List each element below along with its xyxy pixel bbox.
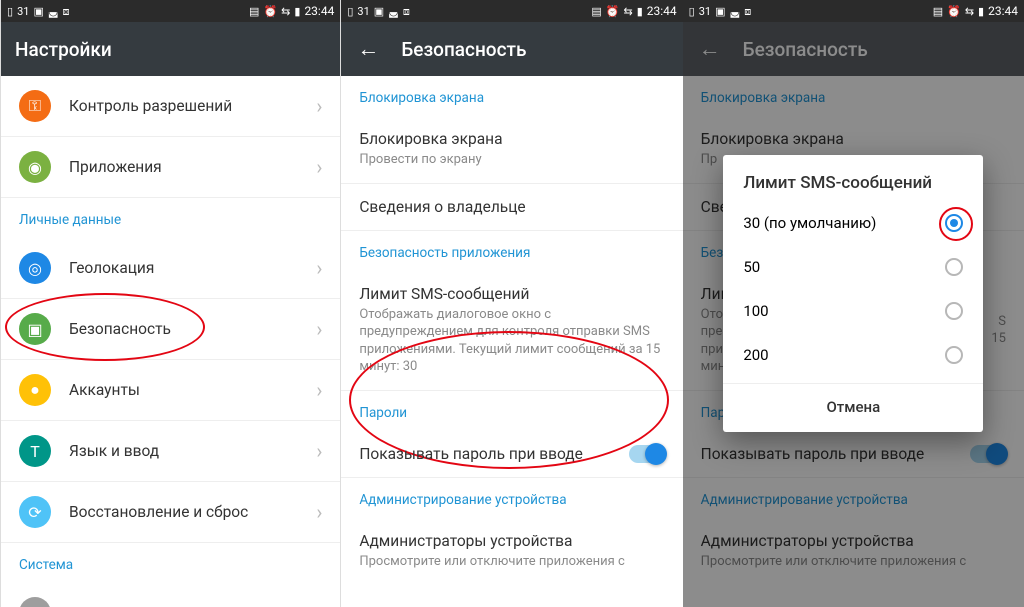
row-sublabel: Провести по экрану — [359, 151, 664, 169]
mail-icon: ◛ — [48, 6, 59, 17]
section-system: Система — [1, 543, 340, 583]
alarm-icon: ⏰ — [263, 6, 277, 17]
chevron-right-icon: › — [316, 500, 322, 524]
backup-icon: ⟳ — [19, 496, 51, 528]
row-label: Аккаунты — [69, 381, 316, 399]
back-icon[interactable]: ← — [357, 36, 379, 62]
sim-icon: ▯ — [347, 6, 353, 17]
screen-security: ▯ 31 ▣ ◛ ⧈ ▤ ⏰ ⇆ ▮ 23:44 ← Безопасность … — [341, 0, 682, 607]
page-title: Безопасность — [401, 38, 526, 61]
row-label: Блокировка экрана — [359, 130, 664, 148]
store-icon: ⧈ — [403, 6, 410, 17]
dialog-option-50[interactable]: 50 — [723, 245, 983, 289]
option-label: 200 — [743, 346, 768, 364]
row-label: Язык и ввод — [69, 442, 316, 460]
row-ownerinfo[interactable]: Сведения о владельце — [341, 184, 682, 231]
chevron-right-icon: › — [316, 601, 322, 607]
section-passwords: Пароли — [341, 391, 682, 431]
status-bar: ▯ 31 ▣ ◛ ⧈ ▤ ⏰ ⇆ ▮ 23:44 — [341, 0, 682, 22]
titlebar: Настройки — [1, 22, 340, 76]
dialog-scrim[interactable]: Лимит SMS-сообщений 30 (по умолчанию) 50… — [683, 0, 1024, 607]
row-label: Лимит SMS-сообщений — [359, 285, 664, 303]
chevron-right-icon: › — [316, 256, 322, 280]
row-backup[interactable]: ⟳ Восстановление и сброс › — [1, 482, 340, 543]
radio-icon — [945, 346, 963, 364]
store-icon: ⧈ — [63, 6, 70, 17]
option-label: 50 — [743, 258, 760, 276]
row-label: Приложения — [69, 158, 316, 176]
vibrate-icon: ▤ — [249, 6, 259, 17]
row-admins[interactable]: Администраторы устройства Просмотрите ил… — [341, 518, 682, 585]
option-label: 30 (по умолчанию) — [743, 214, 876, 232]
status-bar: ▯ 31 ▣ ◛ ⧈ ▤ ⏰ ⇆ ▮ 23:44 — [1, 0, 340, 22]
row-language[interactable]: T Язык и ввод › — [1, 421, 340, 482]
chevron-right-icon: › — [316, 378, 322, 402]
dialog-cancel[interactable]: Отмена — [723, 383, 983, 426]
row-sublabel: Отображать диалоговое окно с предупрежде… — [359, 306, 664, 376]
row-label: Восстановление и сброс — [69, 503, 316, 521]
radio-icon — [945, 214, 963, 232]
wifi-icon: ⇆ — [281, 6, 290, 17]
image-icon: ▣ — [33, 6, 43, 17]
row-sublabel: Просмотрите или отключите приложения с — [359, 553, 664, 571]
page-title: Настройки — [15, 38, 112, 61]
chevron-right-icon: › — [316, 94, 322, 118]
clock: 23:44 — [304, 4, 334, 18]
mail-icon: ◛ — [388, 6, 399, 17]
row-location[interactable]: ◎ Геолокация › — [1, 238, 340, 299]
section-deviceadmin: Администрирование устройства — [341, 478, 682, 518]
radio-icon — [945, 302, 963, 320]
row-label: Безопасность — [69, 320, 316, 338]
dialog-option-200[interactable]: 200 — [723, 333, 983, 377]
clock: 23:44 — [647, 4, 677, 18]
dialog-title: Лимит SMS-сообщений — [723, 155, 983, 201]
radio-icon — [945, 258, 963, 276]
row-showpassword[interactable]: Показывать пароль при вводе — [341, 431, 682, 478]
shield-icon: ▣ — [19, 313, 51, 345]
location-icon: ◎ — [19, 252, 51, 284]
battery-icon: ▮ — [294, 6, 300, 17]
language-icon: T — [19, 435, 51, 467]
sim-icon: ▯ — [7, 6, 13, 17]
row-datetime[interactable]: ◷ Дата и время › — [1, 583, 340, 607]
calendar-icon: 31 — [17, 6, 29, 17]
row-label: Геолокация — [69, 259, 316, 277]
calendar-icon: 31 — [357, 6, 369, 17]
sms-limit-dialog: Лимит SMS-сообщений 30 (по умолчанию) 50… — [723, 155, 983, 432]
dialog-option-30[interactable]: 30 (по умолчанию) — [723, 201, 983, 245]
row-label: Контроль разрешений — [69, 97, 316, 115]
battery-icon: ▮ — [637, 6, 643, 17]
chevron-right-icon: › — [316, 439, 322, 463]
screen-dialog: ▯ 31 ▣ ◛ ⧈ ▤ ⏰ ⇆ ▮ 23:44 ← Безопасность … — [683, 0, 1024, 607]
apps-icon: ◉ — [19, 151, 51, 183]
image-icon: ▣ — [374, 6, 384, 17]
row-smslimit[interactable]: Лимит SMS-сообщений Отображать диалогово… — [341, 271, 682, 391]
alarm-icon: ⏰ — [606, 6, 620, 17]
titlebar: ← Безопасность — [341, 22, 682, 76]
chevron-right-icon: › — [316, 155, 322, 179]
chevron-right-icon: › — [316, 317, 322, 341]
row-screenlock[interactable]: Блокировка экрана Провести по экрану — [341, 116, 682, 184]
row-label: Сведения о владельце — [359, 198, 664, 216]
vibrate-icon: ▤ — [591, 6, 601, 17]
section-personal: Личные данные — [1, 198, 340, 238]
row-apps[interactable]: ◉ Приложения › — [1, 137, 340, 198]
clock-icon: ◷ — [19, 597, 51, 607]
account-icon: ● — [19, 374, 51, 406]
section-appsec: Безопасность приложения — [341, 231, 682, 271]
row-permissions[interactable]: ⚿ Контроль разрешений › — [1, 76, 340, 137]
toggle-showpassword[interactable] — [629, 445, 665, 463]
option-label: 100 — [743, 302, 768, 320]
dialog-option-100[interactable]: 100 — [723, 289, 983, 333]
screen-settings: ▯ 31 ▣ ◛ ⧈ ▤ ⏰ ⇆ ▮ 23:44 Настройки ⚿ Кон… — [0, 0, 341, 607]
row-accounts[interactable]: ● Аккаунты › — [1, 360, 340, 421]
row-security[interactable]: ▣ Безопасность › — [1, 299, 340, 360]
section-screenlock: Блокировка экрана — [341, 76, 682, 116]
row-label: Показывать пароль при вводе — [359, 445, 628, 463]
wifi-icon: ⇆ — [623, 6, 632, 17]
key-icon: ⚿ — [19, 90, 51, 122]
row-label: Администраторы устройства — [359, 532, 664, 550]
